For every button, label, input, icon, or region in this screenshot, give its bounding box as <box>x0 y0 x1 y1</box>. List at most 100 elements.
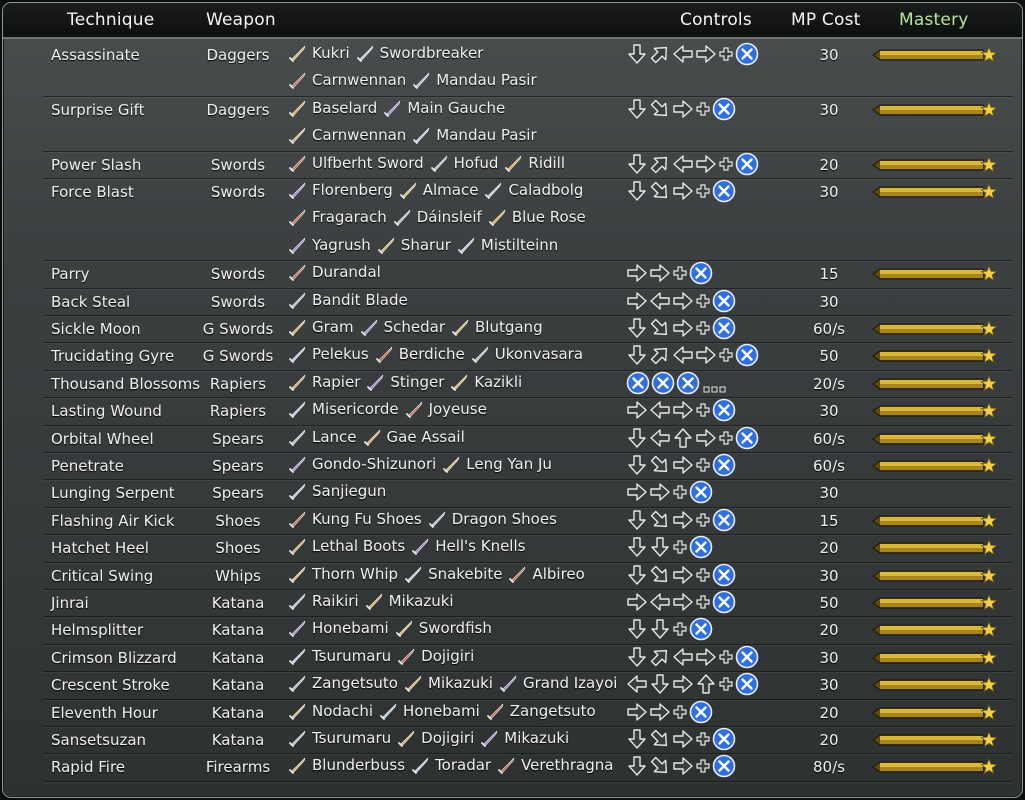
arrow-down-icon <box>628 564 646 585</box>
arrow-down-icon <box>628 647 646 667</box>
control-sequence <box>626 535 714 559</box>
table-row[interactable]: Hatchet Heel Shoes Lethal Boots Hell's Knel… <box>43 534 1013 563</box>
table-row[interactable]: Thousand Blossoms Rapiers Rapier Stinger Kaz… <box>43 370 1013 399</box>
table-row[interactable]: Helmsplitter Katana Honebami Swordfish 20 <box>43 616 1013 645</box>
arrow-right-icon <box>696 648 716 666</box>
weapon-type: Swords <box>210 183 266 201</box>
table-row[interactable]: Orbital Wheel Spears Lance Gae Assail 60/s <box>43 425 1013 453</box>
weapon-name: Mandau Pasir <box>436 71 537 90</box>
table-row[interactable]: Sickle Moon G Swords Gram Schedar Blutgang 60… <box>43 315 1013 344</box>
table-row[interactable]: Assassinate Daggers Kukri Swordbreaker Carnw… <box>43 41 1013 97</box>
weapon-line: Zangetsuto Mikazuki Grand Izayoi <box>288 673 623 700</box>
weapon-line: Yagrush Sharur Mistilteinn <box>288 235 564 262</box>
mastery-bar <box>872 703 998 720</box>
mp-cost: 30 <box>819 46 839 64</box>
control-sequence <box>626 398 737 422</box>
mastery-star-icon <box>980 319 998 337</box>
x-button-icon <box>735 426 759 449</box>
table-row[interactable]: Eleventh Hour Katana Nodachi Honebami Zanget… <box>43 699 1013 727</box>
weapon-icon <box>289 210 306 227</box>
table-row[interactable]: Flashing Air Kick Shoes Kung Fu Shoes Drago… <box>43 507 1013 536</box>
mastery-bar <box>872 374 998 392</box>
table-row[interactable]: Back Steal Swords Bandit Blade 30 <box>43 288 1013 316</box>
mp-cost: 20 <box>819 155 839 174</box>
weapon-icon <box>289 484 306 501</box>
weapon-icon <box>289 237 306 254</box>
mastery-indicator <box>871 100 1001 124</box>
arrow-up-right-icon <box>650 348 668 365</box>
weapon-icon <box>405 566 422 583</box>
weapon-type: Rapiers <box>209 374 267 393</box>
technique-name: Parry <box>51 265 90 284</box>
weapon-icon <box>500 675 517 693</box>
plus-icon <box>696 293 710 308</box>
table-row[interactable]: Jinrai Katana Raikiri Mikazuki 50 <box>43 589 1013 618</box>
weapon-name: Swordbreaker <box>379 44 484 62</box>
weapon-item: Hell's Knells <box>411 536 525 556</box>
weapon-name: Lethal Boots <box>312 537 406 556</box>
table-row[interactable]: Lunging Serpent Spears Sanjiegun 30 <box>43 479 1013 508</box>
x-button-icon <box>626 371 650 395</box>
technique-name: Lunging Serpent <box>51 484 175 503</box>
x-button-icon <box>712 508 736 532</box>
table-row[interactable]: Power Slash Swords Ulfberht Sword Hofud Ridi… <box>43 151 1013 179</box>
table-row[interactable]: Rapid Fire Firearms Blunderbuss Toradar Vere… <box>43 753 1013 782</box>
weapon-item: Mandau Pasir <box>412 70 537 90</box>
mastery-bar <box>872 155 998 172</box>
weapon-type: Katana <box>211 621 265 640</box>
weapon-type: Katana <box>211 731 265 749</box>
arrow-right-icon <box>627 702 647 721</box>
weapon-item: Honebami <box>288 618 389 638</box>
table-row[interactable]: Lasting Wound Rapiers Misericorde Joyeuse 30 <box>43 397 1013 426</box>
table-row[interactable]: Critical Swing Whips Thorn Whip Snakebite Al… <box>43 562 1013 590</box>
weapon-icon <box>428 511 446 528</box>
table-row[interactable]: Force Blast Swords Florenberg Almace Caladbo… <box>43 178 1013 262</box>
mastery-bar <box>872 758 998 775</box>
table-row[interactable]: Crimson Blizzard Katana Tsurumaru Dojigiri 3… <box>43 644 1013 673</box>
plus-icon <box>696 759 710 773</box>
mastery-bar <box>872 730 998 748</box>
weapon-name: Mandau Pasir <box>436 126 537 145</box>
weapon-item: Gram <box>288 317 354 337</box>
weapon-line: Baselard Main Gauche <box>288 98 511 125</box>
mastery-indicator <box>871 757 1001 781</box>
weapon-name: Mikazuki <box>428 674 493 693</box>
mastery-star-icon <box>980 703 998 720</box>
table-row[interactable]: Trucidating Gyre G Swords Pelekus Berdiche U… <box>43 342 1013 371</box>
weapon-name: Gondo-Shizunori <box>312 455 437 473</box>
weapon-line: Misericorde Joyeuse <box>288 399 493 426</box>
weapon-item: Hofud <box>430 153 498 173</box>
weapon-item: Albireo <box>508 564 585 584</box>
table-row[interactable]: Surprise Gift Daggers Baselard Main Gauche C… <box>43 96 1013 152</box>
technique-name: Power Slash <box>51 155 142 174</box>
control-sequence <box>626 617 714 641</box>
plus-icon <box>696 403 710 417</box>
x-button-icon <box>712 179 736 203</box>
weapon-type: Swords <box>210 265 266 284</box>
arrow-right-icon <box>673 456 693 474</box>
table-row[interactable]: Crescent Stroke Katana Zangetsuto Mikazuki G… <box>43 671 1013 700</box>
weapon-icon <box>289 292 306 309</box>
table-row[interactable]: Sansetsuzan Katana Tsurumaru Dojigiri Mikazu… <box>43 726 1013 755</box>
control-sequence <box>626 672 760 696</box>
arrow-right-icon <box>650 702 670 721</box>
weapon-icon <box>399 182 417 199</box>
arrow-down-icon <box>628 619 646 640</box>
weapon-item: Verethragna <box>497 755 613 775</box>
control-sequence <box>626 316 737 340</box>
arrow-right-icon <box>673 565 693 584</box>
weapon-icon <box>289 648 306 665</box>
control-sequence <box>626 426 760 450</box>
table-row[interactable]: Parry Swords Durandal 15 <box>43 260 1013 289</box>
control-sequence <box>626 97 737 121</box>
weapon-type: Katana <box>211 648 265 667</box>
table-row[interactable]: Penetrate Spears Gondo-Shizunori Leng Yan J… <box>43 452 1013 481</box>
weapon-icon <box>412 538 429 556</box>
mastery-indicator <box>871 703 1001 727</box>
weapon-item: Bandit Blade <box>288 290 408 310</box>
control-sequence <box>626 152 760 176</box>
weapon-name: Kukri <box>312 44 350 62</box>
technique-name: Hatchet Heel <box>51 539 149 558</box>
weapon-icon <box>289 73 306 90</box>
control-sequence <box>626 754 737 778</box>
